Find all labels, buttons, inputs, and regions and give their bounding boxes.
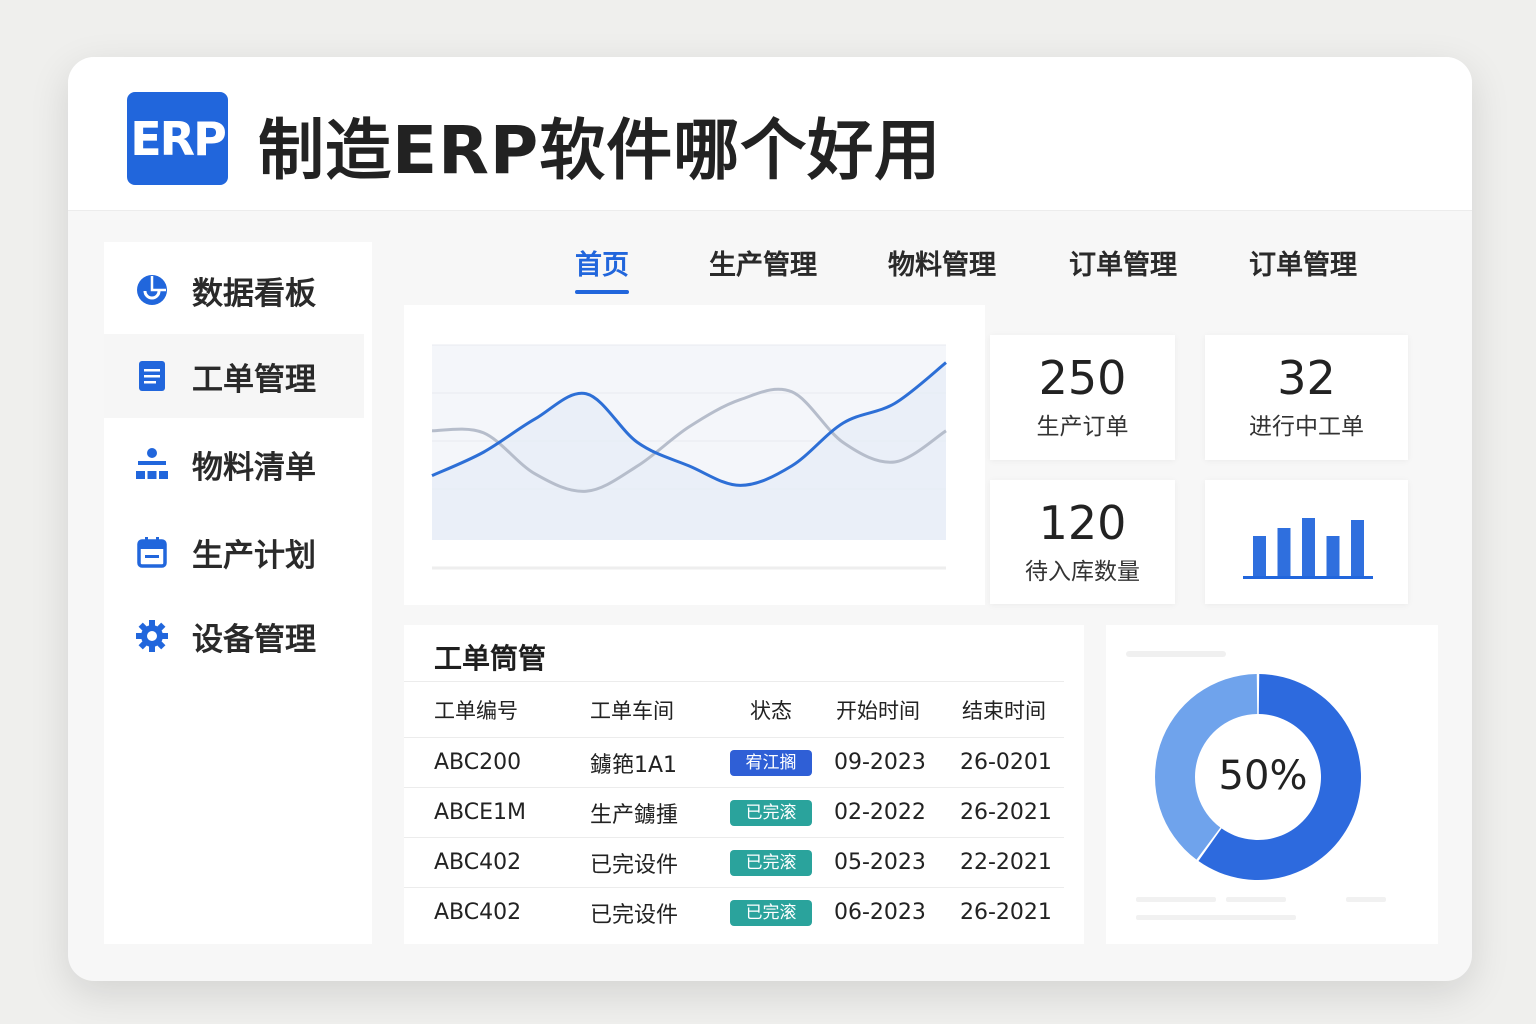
- top-tabs: 首页 生产管理 物料管理 订单管理 订单管理: [404, 235, 1428, 295]
- calendar-icon: [134, 534, 170, 570]
- col-end: 结束时间: [962, 698, 1046, 723]
- status-badge: 已完滚: [730, 849, 812, 876]
- stat-card-orders: 250 生产订单: [990, 335, 1175, 460]
- page-title: 制造ERP软件哪个好用: [258, 112, 942, 189]
- stat-label: 进行中工单: [1249, 414, 1364, 440]
- donut-label: 50%: [1218, 753, 1308, 799]
- sidebar-item-work-orders[interactable]: 工单管理: [104, 334, 364, 418]
- cell-end: 26-2021: [960, 900, 1052, 925]
- stat-value: 250: [1038, 351, 1127, 405]
- cell-shop: 鐪筢1A1: [590, 752, 678, 778]
- cell-id: ABCE1M: [434, 800, 526, 825]
- bar-baseline: [1243, 576, 1373, 579]
- table-title: 工单筒管: [434, 642, 547, 675]
- cell-shop: 已完设件: [590, 852, 679, 878]
- status-badge: 宥江搁: [730, 749, 812, 776]
- cell-end: 22-2021: [960, 850, 1052, 875]
- tab-production[interactable]: 生产管理: [709, 243, 817, 282]
- sidebar-item-label: 设备管理: [192, 621, 316, 658]
- bar: [1326, 536, 1340, 576]
- cell-start: 05-2023: [834, 850, 926, 875]
- table-row[interactable]: ABCE1M 生产鐪揰 02-2022 26-2021 已完滚: [404, 787, 1064, 837]
- tab-orders[interactable]: 订单管理: [1069, 243, 1177, 282]
- document-icon: [134, 358, 170, 394]
- line-chart: [431, 344, 947, 570]
- cell-end: 26-2021: [960, 800, 1052, 825]
- stat-label: 待入库数量: [1025, 559, 1140, 585]
- header: ERP 制造ERP软件哪个好用: [68, 57, 1472, 211]
- bar-chart-card: [1205, 480, 1408, 604]
- stat-label: 生产订单: [1036, 414, 1129, 440]
- dashboard-card: ERP 制造ERP软件哪个好用 数据看板 工单管理 物料清单 生产计划 设备管理…: [68, 57, 1472, 981]
- sidebar-item-label: 数据看板: [192, 275, 316, 312]
- sidebar-item-label: 工单管理: [192, 361, 316, 398]
- gear-icon: [134, 618, 170, 654]
- tab-home[interactable]: 首页: [575, 243, 629, 294]
- mini-bar-chart: [1243, 518, 1373, 579]
- cell-id: ABC402: [434, 900, 522, 925]
- bar: [1302, 518, 1315, 576]
- bar: [1351, 520, 1364, 576]
- donut-panel: 50%: [1106, 625, 1438, 944]
- hierarchy-icon: [134, 446, 170, 482]
- table-row[interactable]: ABC402 已完设件 05-2023 22-2021 已完滚: [404, 837, 1064, 887]
- pie-chart-icon: [134, 272, 170, 308]
- work-order-table: 工单筒管 工单编号 工单车间 状态 开始时间 结束时间 ABC200 鐪筢1A1 0…: [404, 625, 1084, 944]
- stat-value: 120: [1038, 496, 1127, 550]
- status-badge: 已完滚: [730, 799, 812, 826]
- cell-start: 06-2023: [834, 900, 926, 925]
- sidebar-item-bom[interactable]: 物料清单: [104, 422, 364, 506]
- sidebar-item-label: 物料清单: [192, 449, 316, 486]
- col-id: 工单编号: [434, 698, 518, 723]
- sidebar-item-equipment[interactable]: 设备管理: [104, 594, 364, 678]
- stat-card-in-progress: 32 进行中工单: [1205, 335, 1408, 460]
- cell-start: 09-2023: [834, 750, 926, 775]
- cell-id: ABC402: [434, 850, 522, 875]
- placeholder-line: [1136, 897, 1216, 902]
- placeholder-bar: [1126, 651, 1226, 657]
- sidebar-item-label: 生产计划: [192, 537, 316, 574]
- cell-shop: 生产鐪揰: [590, 802, 679, 828]
- line-chart-panel: [404, 305, 985, 605]
- table-row[interactable]: ABC402 已完设件 06-2023 26-2021 已完滚: [404, 887, 1064, 937]
- bar: [1277, 528, 1291, 576]
- cell-end: 26-0201: [960, 750, 1052, 775]
- status-badge: 已完滚: [730, 899, 812, 926]
- col-status: 状态: [750, 698, 792, 723]
- sidebar-item-production-plan[interactable]: 生产计划: [104, 510, 364, 594]
- erp-logo: ERP: [127, 92, 228, 185]
- col-start: 开始时间: [836, 698, 920, 723]
- cell-shop: 已完设件: [590, 902, 679, 928]
- col-shop: 工单车间: [590, 698, 674, 723]
- tab-materials[interactable]: 物料管理: [888, 243, 996, 282]
- table-row[interactable]: ABC200 鐪筢1A1 09-2023 26-0201 宥江搁: [404, 737, 1064, 787]
- stat-card-pending: 120 待入库数量: [990, 480, 1175, 604]
- table-header: 工单编号 工单车间 状态 开始时间 结束时间: [404, 681, 1064, 737]
- sidebar-item-dashboard[interactable]: 数据看板: [104, 248, 364, 332]
- tab-orders-2[interactable]: 订单管理: [1249, 243, 1357, 282]
- placeholder-line: [1346, 897, 1386, 902]
- bar: [1253, 536, 1266, 576]
- placeholder-line: [1136, 915, 1296, 920]
- sidebar: 数据看板 工单管理 物料清单 生产计划 设备管理: [104, 242, 372, 944]
- cell-id: ABC200: [434, 750, 522, 775]
- cell-start: 02-2022: [834, 800, 926, 825]
- placeholder-line: [1226, 897, 1286, 902]
- stat-value: 32: [1277, 351, 1336, 405]
